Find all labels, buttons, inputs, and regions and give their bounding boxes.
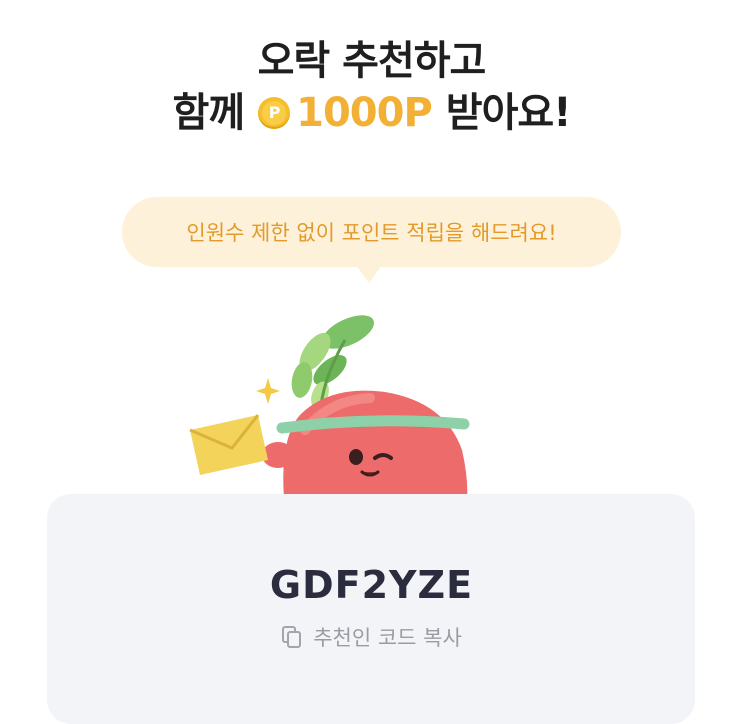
headline-suffix: 받아요! [445, 90, 572, 136]
referral-code: GDF2YZE [269, 563, 474, 607]
speech-bubble-tail [356, 265, 382, 283]
copy-referral-code-button[interactable]: 추천인 코드 복사 [0, 622, 743, 652]
radish-mascot-illustration [189, 315, 470, 510]
headline-line-1: 오락 추천하고 [257, 38, 487, 84]
speech-bubble: 인원수 제한 없이 포인트 적립을 해드려요! [122, 197, 621, 267]
sparkle-icon [256, 378, 280, 404]
points-amount: 1000P [296, 90, 433, 136]
headline-line-2: 함께 P 1000P 받아요! [0, 89, 743, 137]
mascot-body [283, 390, 468, 510]
coin-letter: P [262, 101, 287, 125]
copy-referral-code-label: 추천인 코드 복사 [313, 626, 462, 650]
copy-icon [282, 626, 302, 648]
referral-card [47, 494, 695, 724]
headline-prefix: 함께 [172, 90, 246, 136]
point-coin-icon: P [258, 97, 291, 129]
speech-bubble-text: 인원수 제한 없이 포인트 적립을 해드려요! [186, 221, 557, 245]
envelope-icon [189, 414, 268, 475]
